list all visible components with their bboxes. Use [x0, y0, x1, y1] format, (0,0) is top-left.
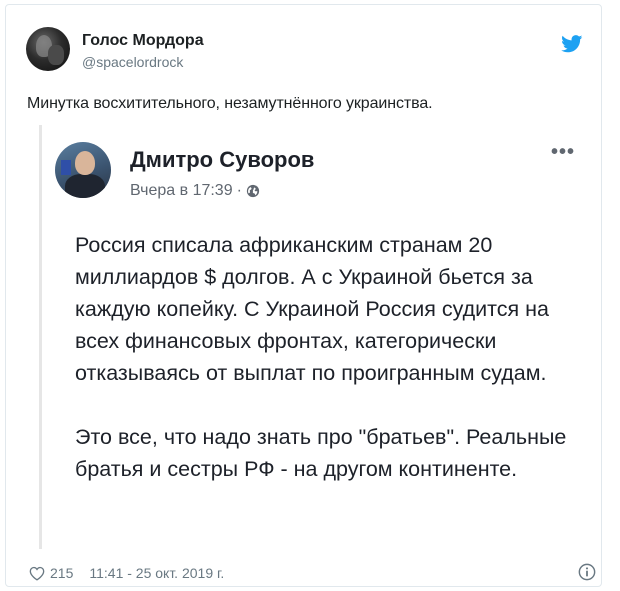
- embedded-post-paragraph-1: Россия списала африканским странам 20 ми…: [75, 233, 549, 385]
- embedded-author-name: Дмитро Суворов: [130, 147, 315, 172]
- tweet-card: Голос Мордора @spacelordrock Минутка вос…: [5, 4, 602, 587]
- like-count[interactable]: 215: [50, 565, 73, 581]
- tweet-text: Минутка восхитительного, незамутнённого …: [27, 95, 433, 112]
- embedded-post-paragraph-2: Это все, что надо знать про "братьев". Р…: [75, 425, 567, 481]
- embedded-post-meta: Вчера в 17:39 ·: [130, 182, 260, 200]
- tweet-footer: 215 11:41 - 25 окт. 2019 г.: [29, 565, 224, 581]
- embedded-post-time: Вчера в 17:39: [130, 182, 233, 199]
- heart-icon[interactable]: [29, 566, 45, 581]
- author-handle[interactable]: @spacelordrock: [82, 54, 183, 70]
- embedded-author-avatar: [55, 142, 111, 198]
- author-name[interactable]: Голос Мордора: [82, 32, 204, 50]
- embedded-post-body: Россия списала африканским странам 20 ми…: [75, 229, 580, 485]
- author-avatar[interactable]: [26, 27, 70, 71]
- more-options-icon[interactable]: •••: [551, 142, 575, 162]
- info-icon[interactable]: [578, 563, 596, 581]
- globe-icon: [246, 184, 260, 198]
- tweet-timestamp[interactable]: 11:41 - 25 окт. 2019 г.: [89, 565, 224, 581]
- meta-separator: ·: [236, 182, 242, 199]
- twitter-bird-icon[interactable]: [561, 35, 583, 53]
- embedded-post-image[interactable]: Дмитро Суворов Вчера в 17:39 · ••• Росси…: [39, 125, 587, 549]
